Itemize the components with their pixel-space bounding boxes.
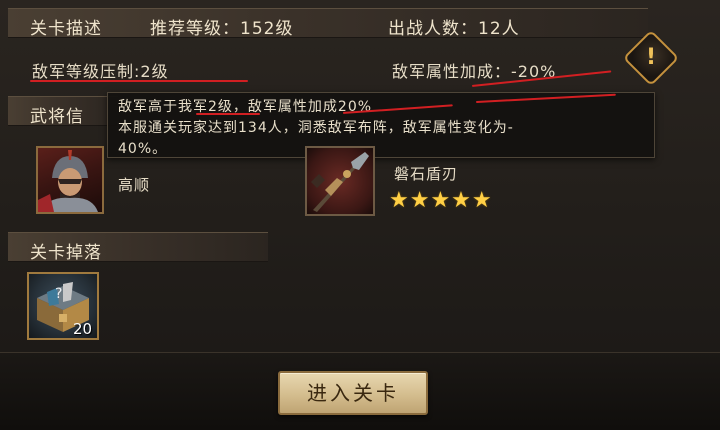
general-portrait[interactable] (36, 146, 104, 214)
item-name: 磐石盾刃 (394, 165, 459, 183)
tooltip-line-2: 本服通关玩家达到134人，洞悉敌军布阵，敌军属性变化为- (118, 120, 514, 136)
general-name: 高顺 (118, 176, 151, 194)
tooltip-popup: 敌军高于我军2级，敌军属性加成20% 本服通关玩家达到134人，洞悉敌军布阵，敌… (107, 92, 655, 158)
general-portrait-icon (38, 150, 98, 212)
drops-title: 关卡掉落 (30, 243, 102, 263)
enter-stage-button[interactable]: 进入关卡 (278, 371, 428, 415)
annotation-underline-tooltip-1 (196, 113, 260, 115)
item-star-rating: ★★★★★ (389, 188, 493, 213)
drop-count: 20 (73, 320, 93, 338)
tooltip-line-3: 40%。 (118, 141, 168, 157)
generals-title: 武将信 (30, 107, 84, 127)
annotation-underline-suppression (30, 80, 248, 82)
generals-header: 武将信 (8, 96, 118, 127)
annotation-underline-tooltip-3 (475, 93, 616, 103)
spear-weapon-icon (311, 152, 369, 212)
stage-description-header: 关卡描述 推荐等级：152级 出战人数：12人 (8, 8, 648, 39)
item-slot[interactable] (305, 146, 375, 216)
recommended-level: 推荐等级：152级 (150, 19, 294, 39)
stage-description-title: 关卡描述 (30, 19, 102, 39)
exclamation-icon[interactable]: ! (631, 38, 671, 78)
level-suppression-text: 敌军等级压制:2级 (32, 62, 169, 81)
svg-text:?: ? (55, 286, 62, 302)
drops-header: 关卡掉落 (8, 232, 268, 263)
battle-count: 出战人数：12人 (388, 19, 520, 39)
